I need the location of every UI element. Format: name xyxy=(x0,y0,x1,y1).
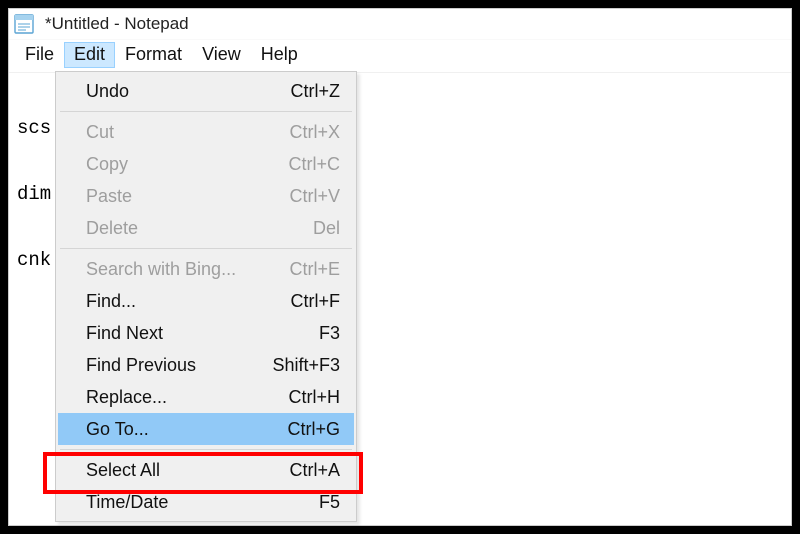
titlebar: *Untitled - Notepad xyxy=(9,9,791,39)
menu-item-shortcut: Ctrl+G xyxy=(287,419,340,440)
menu-item-label: Find... xyxy=(86,291,136,312)
menu-separator xyxy=(60,111,352,112)
menu-item-shortcut: Ctrl+A xyxy=(289,460,340,481)
menu-item-undo[interactable]: Undo Ctrl+Z xyxy=(58,75,354,107)
menu-item-label: Find Previous xyxy=(86,355,196,376)
menubar: File Edit Format View Help xyxy=(9,39,791,73)
menu-item-copy: Copy Ctrl+C xyxy=(58,148,354,180)
menu-item-label: Find Next xyxy=(86,323,163,344)
menu-item-time-date[interactable]: Time/Date F5 xyxy=(58,486,354,518)
menu-format[interactable]: Format xyxy=(115,42,192,68)
menu-item-shortcut: F3 xyxy=(319,323,340,344)
menu-item-shortcut: Ctrl+Z xyxy=(291,81,341,102)
menu-item-shortcut: Ctrl+F xyxy=(291,291,341,312)
notepad-window: *Untitled - Notepad File Edit Format Vie… xyxy=(8,8,792,526)
menu-item-replace[interactable]: Replace... Ctrl+H xyxy=(58,381,354,413)
menu-item-shortcut: Del xyxy=(313,218,340,239)
menu-item-search-with-bing: Search with Bing... Ctrl+E xyxy=(58,253,354,285)
notepad-icon xyxy=(13,13,35,35)
menu-item-label: Search with Bing... xyxy=(86,259,236,280)
menu-item-label: Delete xyxy=(86,218,138,239)
menu-item-label: Cut xyxy=(86,122,114,143)
menu-item-find-next[interactable]: Find Next F3 xyxy=(58,317,354,349)
menu-item-label: Copy xyxy=(86,154,128,175)
menu-file[interactable]: File xyxy=(15,42,64,68)
menu-item-select-all[interactable]: Select All Ctrl+A xyxy=(58,454,354,486)
menu-item-label: Undo xyxy=(86,81,129,102)
menu-item-delete: Delete Del xyxy=(58,212,354,244)
menu-item-shortcut: Ctrl+X xyxy=(289,122,340,143)
edit-dropdown-menu: Undo Ctrl+Z Cut Ctrl+X Copy Ctrl+C Paste Ctrl+V… xyxy=(55,71,357,522)
menu-item-label: Go To... xyxy=(86,419,149,440)
menu-item-shortcut: Ctrl+E xyxy=(289,259,340,280)
menu-item-go-to[interactable]: Go To... Ctrl+G xyxy=(58,413,354,445)
menu-item-shortcut: Ctrl+V xyxy=(289,186,340,207)
menu-item-label: Paste xyxy=(86,186,132,207)
menu-item-label: Replace... xyxy=(86,387,167,408)
menu-item-find[interactable]: Find... Ctrl+F xyxy=(58,285,354,317)
menu-help[interactable]: Help xyxy=(251,42,308,68)
menu-item-label: Select All xyxy=(86,460,160,481)
menu-item-shortcut: Shift+F3 xyxy=(272,355,340,376)
menu-separator xyxy=(60,248,352,249)
menu-item-cut: Cut Ctrl+X xyxy=(58,116,354,148)
menu-view[interactable]: View xyxy=(192,42,251,68)
menu-item-paste: Paste Ctrl+V xyxy=(58,180,354,212)
menu-separator xyxy=(60,449,352,450)
menu-edit[interactable]: Edit xyxy=(64,42,115,68)
menu-item-label: Time/Date xyxy=(86,492,168,513)
menu-item-find-previous[interactable]: Find Previous Shift+F3 xyxy=(58,349,354,381)
menu-item-shortcut: Ctrl+H xyxy=(288,387,340,408)
window-title: *Untitled - Notepad xyxy=(45,14,189,34)
menu-item-shortcut: F5 xyxy=(319,492,340,513)
menu-item-shortcut: Ctrl+C xyxy=(288,154,340,175)
